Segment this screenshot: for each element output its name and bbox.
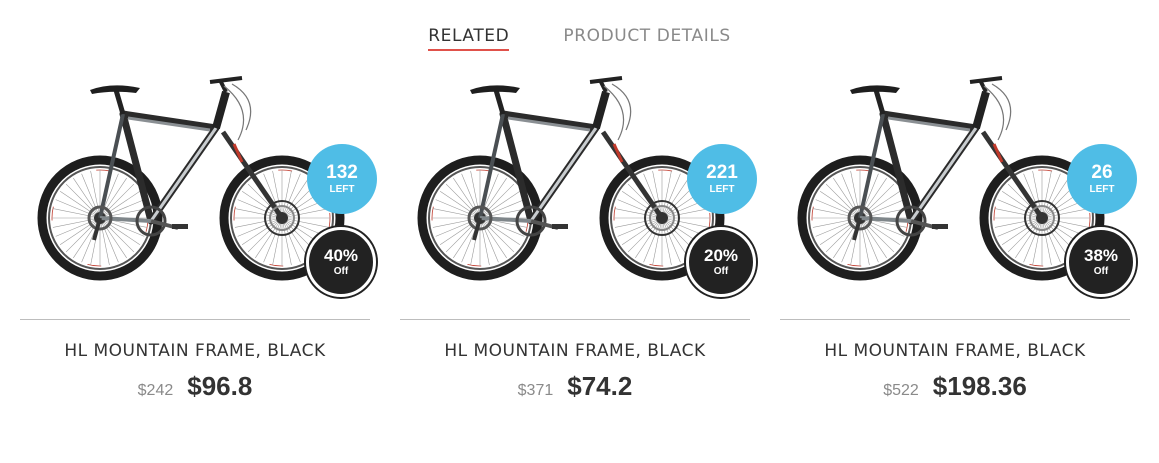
price-row: $522 $198.36: [780, 371, 1130, 402]
stock-label: LEFT: [1089, 184, 1115, 195]
sale-price: $74.2: [567, 371, 633, 401]
product-name[interactable]: HL MOUNTAIN FRAME, BLACK: [20, 341, 370, 361]
tab-bar: RELATED PRODUCT DETAILS: [0, 26, 1159, 51]
product-list: 132 LEFT 40% Off HL MOUNTAIN FRAME, BLAC…: [20, 70, 1137, 402]
divider: [20, 319, 370, 320]
discount-badge: 38% Off: [1066, 227, 1136, 297]
original-price: $371: [517, 382, 554, 399]
discount-label: Off: [713, 266, 729, 277]
stock-left-badge: 26 LEFT: [1067, 144, 1137, 214]
stock-label: LEFT: [329, 184, 355, 195]
price-row: $371 $74.2: [400, 371, 750, 402]
product-image-area[interactable]: 26 LEFT 38% Off: [780, 70, 1137, 318]
stock-count: 221: [706, 162, 738, 183]
original-price: $522: [883, 382, 919, 399]
discount-badge: 20% Off: [686, 227, 756, 297]
discount-percent: 40%: [323, 246, 359, 265]
product-card[interactable]: 132 LEFT 40% Off HL MOUNTAIN FRAME, BLAC…: [20, 70, 377, 402]
tab-product-details[interactable]: PRODUCT DETAILS: [563, 26, 730, 51]
divider: [400, 319, 750, 320]
product-name[interactable]: HL MOUNTAIN FRAME, BLACK: [400, 341, 750, 361]
product-image-area[interactable]: 132 LEFT 40% Off: [20, 70, 377, 318]
stock-label: LEFT: [709, 184, 735, 195]
divider: [780, 319, 1130, 320]
discount-label: Off: [1093, 266, 1109, 277]
stock-count: 132: [326, 162, 358, 183]
price-row: $242 $96.8: [20, 371, 370, 402]
discount-label: Off: [333, 266, 349, 277]
stock-left-badge: 132 LEFT: [307, 144, 377, 214]
sale-price: $198.36: [932, 371, 1027, 401]
sale-price: $96.8: [187, 371, 253, 401]
product-card[interactable]: 26 LEFT 38% Off HL MOUNTAIN FRAME, BLACK…: [780, 70, 1137, 402]
product-image-area[interactable]: 221 LEFT 20% Off: [400, 70, 757, 318]
stock-count: 26: [1091, 162, 1113, 183]
original-price: $242: [137, 382, 174, 399]
discount-badge: 40% Off: [306, 227, 376, 297]
product-name[interactable]: HL MOUNTAIN FRAME, BLACK: [780, 341, 1130, 361]
discount-percent: 38%: [1083, 246, 1119, 265]
stock-left-badge: 221 LEFT: [687, 144, 757, 214]
tab-related[interactable]: RELATED: [428, 26, 510, 51]
product-card[interactable]: 221 LEFT 20% Off HL MOUNTAIN FRAME, BLAC…: [400, 70, 757, 402]
discount-percent: 20%: [703, 246, 739, 265]
